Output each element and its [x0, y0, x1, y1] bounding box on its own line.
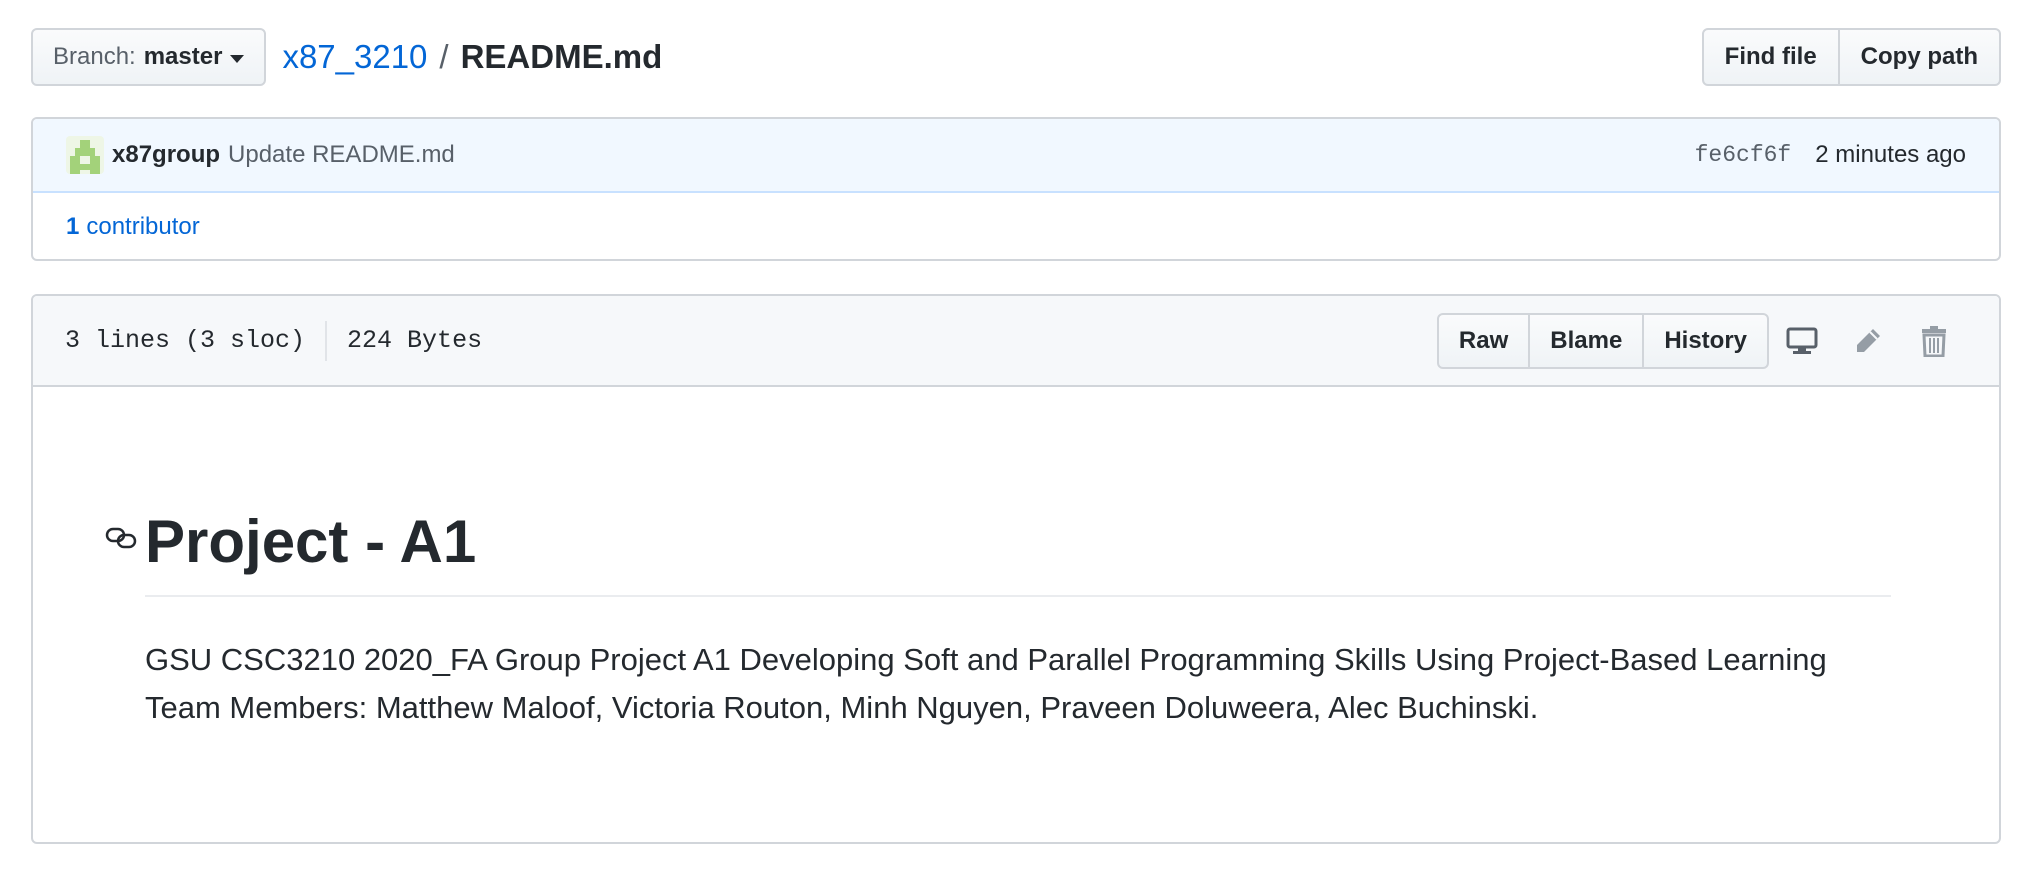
breadcrumb-file: README.md [460, 38, 663, 75]
copy-path-button[interactable]: Copy path [1839, 28, 2001, 86]
file-navigation: Branch: master x87_3210 / README.md Find… [31, 28, 2001, 86]
file-actions: Raw Blame History [1436, 312, 1967, 369]
commit-meta: fe6cf6f 2 minutes ago [1695, 141, 1966, 169]
readme-paragraph: GSU CSC3210 2020_FA Group Project A1 Dev… [145, 642, 1827, 725]
breadcrumb: x87_3210 / README.md [282, 38, 662, 76]
readme-heading: Project - A1 [105, 505, 1891, 597]
file-size: 224 Bytes [347, 326, 483, 355]
link-icon[interactable] [105, 527, 137, 554]
branch-select-button[interactable]: Branch: master [31, 28, 267, 86]
pencil-icon[interactable] [1835, 313, 1901, 369]
file-nav-button-group: Find file Copy path [1701, 28, 2001, 86]
commit-author-link[interactable]: x87group [112, 141, 220, 169]
contributors-link[interactable]: 1 contributor [66, 213, 200, 241]
commit-sha-link[interactable]: fe6cf6f [1695, 142, 1792, 168]
contributors-count: 1 [66, 213, 80, 240]
desktop-icon[interactable] [1769, 313, 1835, 369]
file-viewer: 3 lines (3 sloc) 224 Bytes Raw Blame His… [31, 294, 2001, 844]
blame-button[interactable]: Blame [1530, 312, 1645, 369]
branch-label: Branch: [53, 43, 136, 70]
contributors-label: contributor [86, 213, 200, 240]
file-info: 3 lines (3 sloc) 224 Bytes [65, 320, 483, 361]
breadcrumb-repo-link[interactable]: x87_3210 [282, 38, 427, 76]
commit-time: 2 minutes ago [1815, 141, 1966, 168]
trash-icon[interactable] [1901, 313, 1967, 369]
find-file-button[interactable]: Find file [1701, 28, 1840, 86]
commit-tease: x87group Update README.md fe6cf6f 2 minu… [31, 117, 2001, 261]
readme-title: Project - A1 [145, 508, 477, 575]
breadcrumb-separator: / [439, 38, 449, 75]
avatar[interactable] [66, 136, 104, 174]
file-lines: 3 lines (3 sloc) [65, 326, 306, 355]
contributors-row: 1 contributor [33, 193, 1999, 259]
latest-commit: x87group Update README.md fe6cf6f 2 minu… [33, 119, 1999, 193]
commit-message-link[interactable]: Update README.md [228, 141, 455, 169]
history-button[interactable]: History [1644, 312, 1769, 369]
file-action-button-group: Raw Blame History [1436, 312, 1769, 369]
raw-button[interactable]: Raw [1436, 312, 1531, 369]
file-info-divider [325, 320, 328, 361]
file-header: 3 lines (3 sloc) 224 Bytes Raw Blame His… [33, 296, 1999, 387]
caret-down-icon [230, 54, 245, 63]
branch-name: master [143, 43, 223, 70]
